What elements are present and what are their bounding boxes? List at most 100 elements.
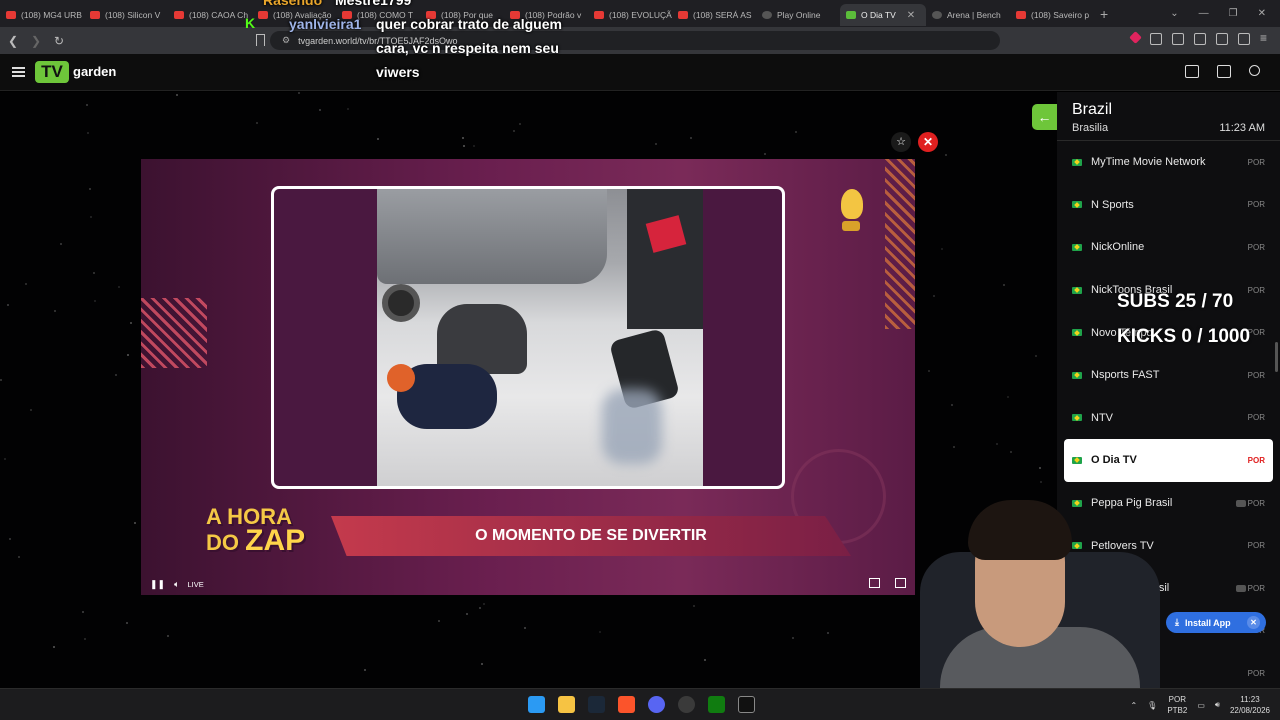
scrollbar[interactable] — [1275, 342, 1278, 372]
collapse-panel-arrow-icon[interactable]: ← — [1032, 104, 1057, 130]
browser-tab[interactable]: Play Online — [756, 4, 840, 26]
extension-icon[interactable] — [1129, 31, 1142, 44]
install-app-button[interactable]: ⤓ Install App ✕ — [1166, 612, 1266, 633]
logo-garden[interactable]: garden — [73, 64, 116, 79]
browser-tab[interactable]: (108) Por que — [420, 4, 504, 26]
clock[interactable]: 11:23 22/08/2026 — [1230, 694, 1270, 716]
search-icon[interactable] — [1249, 65, 1260, 76]
favorite-star-icon[interactable]: ☆ — [891, 132, 911, 152]
browser-tab-label: Arena | Bench — [947, 10, 1001, 20]
star — [655, 142, 658, 145]
video-footage-frame — [271, 186, 785, 489]
chevron-up-icon[interactable]: ⌃ — [1130, 701, 1137, 710]
close-player-button[interactable]: ✕ — [918, 132, 938, 152]
brazil-flag-icon — [1072, 414, 1082, 422]
close-icon[interactable]: ✕ — [1247, 616, 1260, 629]
browser-tab[interactable]: (108) EVOLUÇÃ — [588, 4, 672, 26]
minimize-icon[interactable]: — — [1199, 8, 1209, 19]
close-tab-icon[interactable]: ✕ — [907, 10, 915, 21]
file-explorer-icon[interactable] — [558, 696, 575, 713]
reload-icon[interactable]: ↻ — [49, 34, 69, 48]
display-icon[interactable]: ▭ — [1197, 701, 1205, 710]
browser-tab[interactable]: (108) SERÁ AS — [672, 4, 756, 26]
channel-item[interactable]: NickOnline POR — [1057, 226, 1280, 269]
channel-item[interactable]: NTV POR — [1057, 397, 1280, 440]
browser-tab[interactable]: Arena | Bench — [926, 4, 1010, 26]
puzzle-icon[interactable] — [1150, 33, 1162, 45]
bookmark-icon[interactable] — [256, 34, 265, 46]
star — [54, 309, 57, 312]
speaker-icon[interactable]: 🔊︎ — [1215, 700, 1220, 710]
browser-tab[interactable]: (108) MG4 URB — [0, 4, 84, 26]
youtube-icon — [258, 11, 268, 19]
brave-browser-icon[interactable] — [618, 696, 635, 713]
video-player[interactable]: A HORA DO ZAP O MOMENTO DE SE DIVERTIR — [141, 159, 915, 595]
lightbulb-icon — [841, 189, 863, 219]
xbox-icon[interactable] — [708, 696, 725, 713]
close-window-icon[interactable]: ✕ — [1258, 8, 1266, 19]
channel-language: POR — [1247, 413, 1265, 423]
clock-date: 22/08/2026 — [1229, 706, 1270, 715]
sidebar-icon[interactable] — [1194, 33, 1206, 45]
lower-third-text: O MOMENTO DE SE DIVERTIR — [475, 527, 707, 544]
install-app-label: Install App — [1184, 617, 1231, 628]
steam-icon[interactable] — [588, 696, 605, 713]
star — [953, 445, 956, 448]
browser-tab[interactable]: (108) COMO T — [336, 4, 420, 26]
channel-name: N Sports — [1091, 198, 1134, 211]
capcut-icon[interactable] — [738, 696, 755, 713]
channel-name: NTV — [1091, 411, 1113, 424]
tv-guide-icon[interactable] — [1217, 65, 1231, 78]
forward-icon[interactable]: ❯ — [26, 34, 46, 48]
address-bar[interactable]: ⚙ tvgarden.world/tv/br/TTOE5JAF2dsOwo — [270, 31, 1000, 50]
new-tab-icon[interactable]: + — [1100, 6, 1108, 22]
chevron-down-icon[interactable]: ⌄ — [1170, 8, 1178, 19]
browser-tab[interactable]: (108) CAOA Ch — [168, 4, 252, 26]
person-head-shape — [387, 364, 415, 392]
monitor-icon[interactable] — [1185, 65, 1199, 78]
star — [130, 322, 133, 325]
download-icon[interactable] — [1172, 33, 1184, 45]
star — [7, 304, 10, 307]
star — [114, 374, 117, 377]
microphone-icon[interactable]: 🎙︎ — [1147, 701, 1157, 710]
brazil-flag-icon — [1072, 243, 1082, 251]
app-icon[interactable] — [678, 696, 695, 713]
browser-tab-label: Play Online — [777, 10, 821, 20]
vpn-icon[interactable] — [1238, 33, 1250, 45]
star — [30, 408, 33, 411]
star — [3, 457, 6, 460]
start-menu-icon[interactable] — [528, 696, 545, 713]
channel-item[interactable]: MyTime Movie Network POR — [1057, 141, 1280, 184]
browser-tab[interactable]: (108) Podrão v — [504, 4, 588, 26]
star — [82, 610, 85, 613]
language-indicator[interactable]: POR PTB2 — [1167, 694, 1187, 716]
star — [996, 443, 999, 446]
logo-tv[interactable]: TV — [35, 61, 69, 83]
site-info-icon[interactable]: ⚙ — [282, 35, 290, 46]
star — [126, 354, 129, 357]
browser-tab[interactable]: O Dia TV ✕ — [840, 4, 926, 26]
picture-in-picture-icon[interactable] — [869, 578, 880, 588]
discord-icon[interactable] — [648, 696, 665, 713]
star — [523, 626, 526, 629]
star — [512, 129, 515, 132]
download-icon: ⤓ — [1175, 617, 1179, 627]
wheel-shape — [382, 284, 420, 322]
pause-icon[interactable]: ❚❚ — [150, 579, 165, 590]
channel-item[interactable]: N Sports POR — [1057, 184, 1280, 227]
browser-tab[interactable]: (108) Saveiro p — [1010, 4, 1094, 26]
hamburger-menu-icon[interactable] — [12, 67, 25, 77]
back-icon[interactable]: ❮ — [3, 34, 23, 48]
brazil-flag-icon — [1072, 329, 1082, 337]
browser-tab[interactable]: (108) Avaliação — [252, 4, 336, 26]
channel-item[interactable]: Nsports FAST POR — [1057, 354, 1280, 397]
channel-item[interactable]: O Dia TV POR — [1064, 439, 1273, 482]
restore-icon[interactable]: ❐ — [1229, 8, 1238, 19]
wallet-icon[interactable] — [1216, 33, 1228, 45]
menu-icon[interactable]: ≡ — [1260, 32, 1272, 45]
browser-tab[interactable]: (108) Silicon V — [84, 4, 168, 26]
show-logo-line2: DO — [206, 530, 239, 555]
volume-icon[interactable]: 🔈︎ — [174, 579, 179, 590]
channel-language: POR — [1247, 455, 1265, 465]
